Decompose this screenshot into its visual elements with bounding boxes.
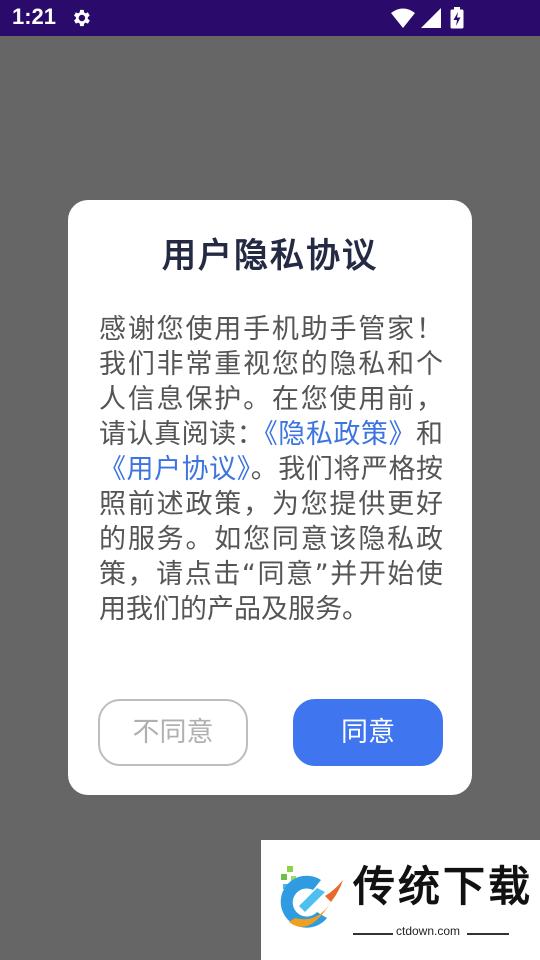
body-text-and: 和 <box>416 419 443 450</box>
disagree-button[interactable]: 不同意 <box>98 699 248 766</box>
gear-icon <box>74 9 90 27</box>
signal-icon <box>421 8 441 28</box>
battery-charging-icon <box>450 7 464 29</box>
agree-button[interactable]: 同意 <box>293 699 443 766</box>
privacy-policy-link[interactable]: 《隐私政策》 <box>264 419 416 450</box>
ctdown-logo-icon <box>280 866 343 928</box>
user-agreement-link[interactable]: 《用户协议》 <box>99 454 251 485</box>
dialog-body: 感谢您使用手机助手管家！我们非常重视您的隐私和个人信息保护。在您使用前，请认真阅… <box>99 312 443 627</box>
watermark-line-left <box>353 933 393 935</box>
screen: 1:21 用户隐私协议 感谢您使用手机助手管家！我们非常重视您的隐私和个人信息保… <box>0 0 540 960</box>
status-time: 1:21 <box>12 4 57 29</box>
watermark-title: 传统下载 <box>353 862 534 911</box>
watermark-line-right <box>467 933 509 935</box>
watermark-domain: ctdown.com <box>396 924 461 938</box>
privacy-dialog: 用户隐私协议 感谢您使用手机助手管家！我们非常重视您的隐私和个人信息保护。在您使… <box>68 200 472 795</box>
dialog-title: 用户隐私协议 <box>162 236 378 276</box>
watermark: 传统下载 ctdown.com <box>261 840 540 960</box>
status-bar: 1:21 <box>0 0 540 36</box>
wifi-icon <box>391 8 415 28</box>
